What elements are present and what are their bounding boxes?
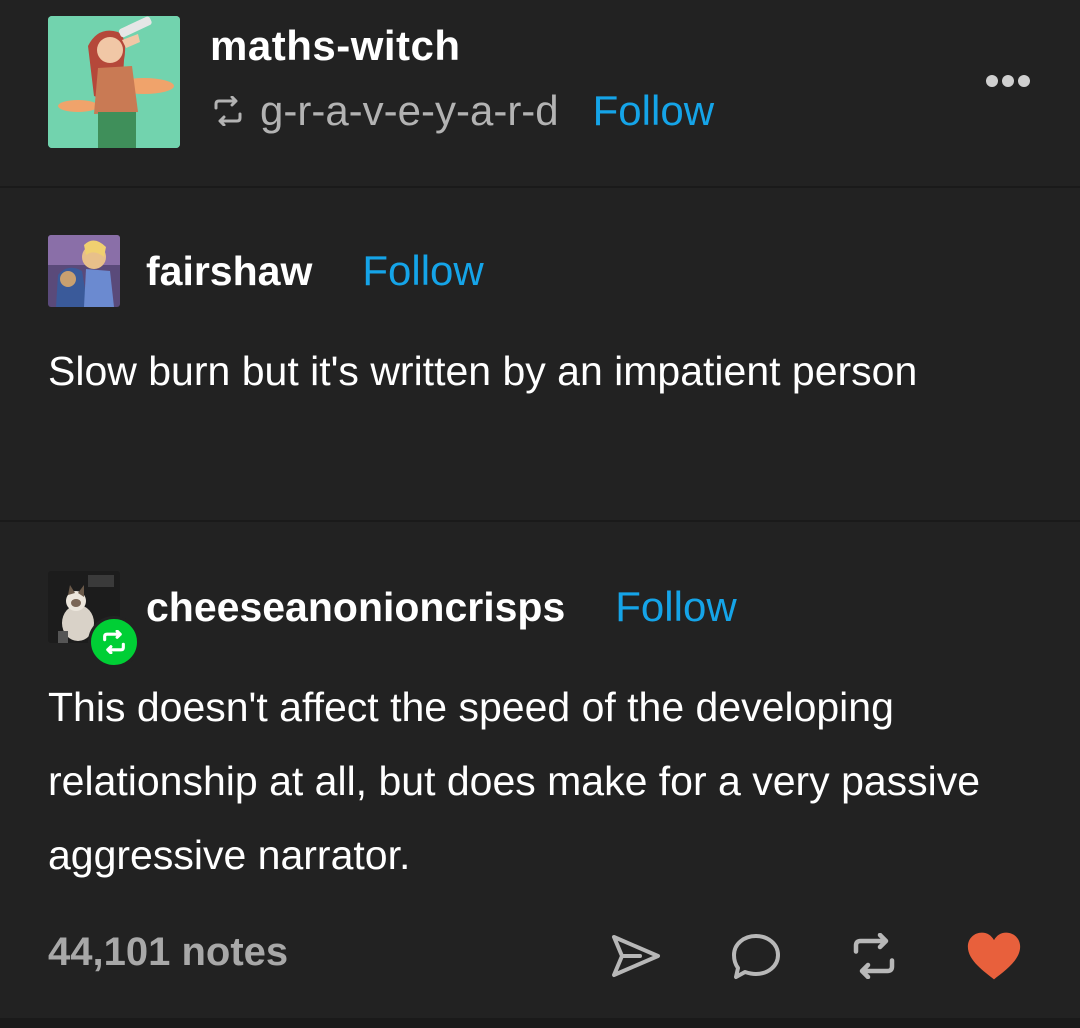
follow-button[interactable]: Follow: [362, 247, 483, 295]
entry-username[interactable]: fairshaw: [146, 248, 312, 295]
entry-header: fairshaw Follow: [48, 235, 484, 307]
reblogged-from-username[interactable]: g-r-a-v-e-y-a-r-d: [260, 87, 559, 135]
entry-text: This doesn't affect the speed of the dev…: [48, 684, 981, 878]
reblog-badge-icon: [88, 616, 140, 668]
follow-button[interactable]: Follow: [615, 583, 736, 631]
reblogger-username[interactable]: maths-witch: [210, 22, 461, 70]
entry-text: Slow burn but it's written by an impatie…: [48, 348, 918, 394]
reblog-attribution: g-r-a-v-e-y-a-r-d Follow: [210, 86, 714, 136]
comment-button[interactable]: [728, 928, 784, 984]
fairshaw-avatar[interactable]: [48, 235, 120, 307]
entry-username[interactable]: cheeseanonioncrisps: [146, 584, 565, 631]
share-icon: [612, 935, 660, 977]
reblog-icon: [853, 933, 895, 979]
share-button[interactable]: [608, 928, 664, 984]
divider: [0, 520, 1080, 522]
like-button[interactable]: [966, 928, 1022, 984]
bottom-divider: [0, 1018, 1080, 1028]
more-icon[interactable]: [984, 70, 1032, 92]
follow-button-header[interactable]: Follow: [593, 87, 714, 135]
reblog-icon: [214, 96, 242, 126]
heart-icon: [967, 932, 1021, 980]
notes-count[interactable]: 44,101 notes: [48, 930, 288, 975]
maths-witch-avatar[interactable]: [48, 16, 180, 148]
reblog-button[interactable]: [846, 928, 902, 984]
post-footer: 44,101 notes: [0, 920, 1080, 990]
entry-header: cheeseanonioncrisps Follow: [48, 571, 737, 643]
comment-icon: [732, 934, 780, 979]
divider: [0, 186, 1080, 188]
post-header: maths-witch g-r-a-v-e-y-a-r-d Follow: [0, 0, 1080, 186]
